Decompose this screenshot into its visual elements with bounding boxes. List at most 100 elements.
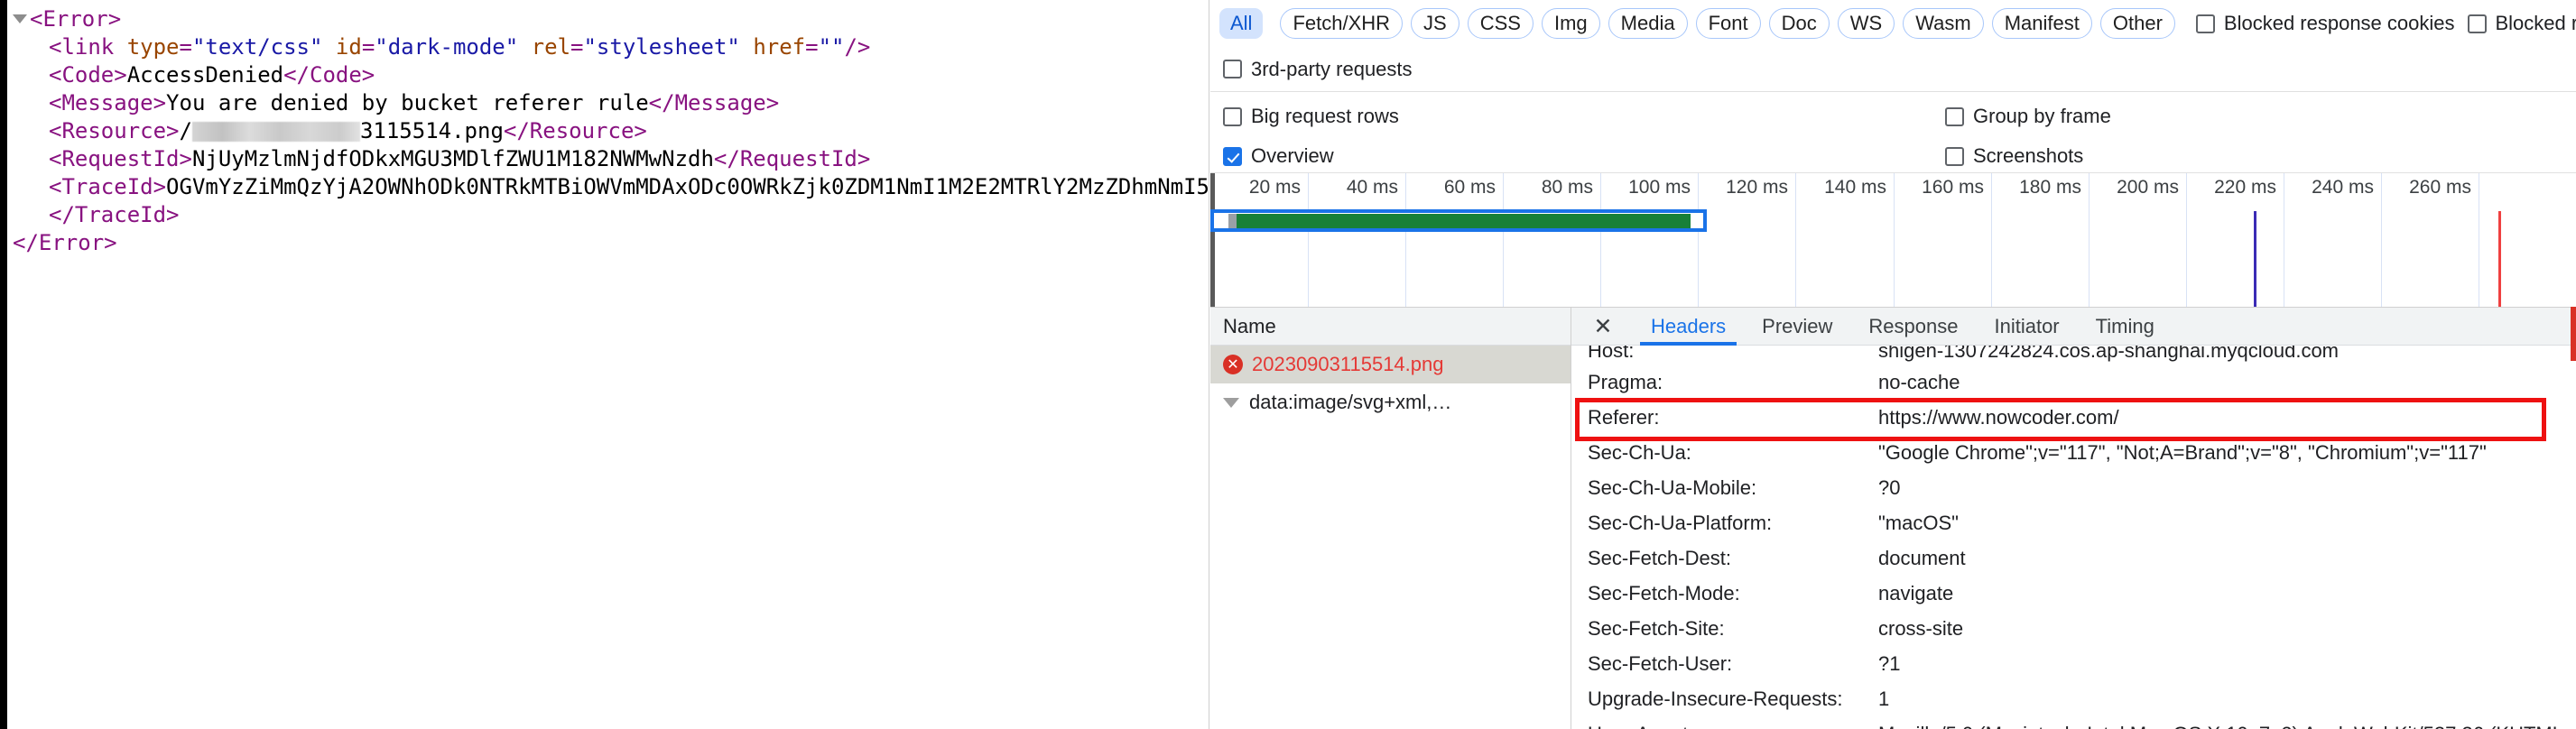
xml-line[interactable]: <Resource>/ 3115514.png</Resource> [13, 117, 1209, 145]
option-overview[interactable]: Overview [1223, 144, 1334, 168]
xml-tag: = [570, 34, 584, 60]
header-name: Sec-Fetch-Site: [1588, 616, 1725, 640]
tab-headers[interactable]: Headers [1633, 308, 1744, 346]
option-label: Screenshots [1973, 144, 2084, 167]
filter-pill-other[interactable]: Other [2099, 8, 2175, 39]
xml-line[interactable]: <Error> [13, 5, 1209, 33]
request-rows[interactable]: ✕ 20230903115514.png data:image/svg+xml,… [1210, 346, 1571, 421]
tab-preview[interactable]: Preview [1744, 308, 1850, 346]
header-row[interactable]: Referer: https://www.nowcoder.com/ [1571, 398, 2576, 441]
request-row[interactable]: ✕ 20230903115514.png [1210, 346, 1571, 383]
header-row[interactable]: Sec-Fetch-User: ?1 [1571, 646, 2576, 681]
header-value[interactable]: ?1 [1878, 652, 2576, 676]
request-list[interactable]: Name ✕ 20230903115514.png data:image/svg+x… [1210, 308, 1571, 729]
filter-pill-img[interactable]: Img [1541, 8, 1600, 39]
option-big-request-rows[interactable]: Big request rows [1223, 105, 1399, 128]
network-options-grid[interactable]: Big request rows Group by frame Overview Sc… [1210, 93, 2576, 172]
xml-line[interactable]: <TraceId>OGVmYzZiMmQzYjA2OWNhODk0NTRkMTB… [13, 173, 1209, 201]
header-value[interactable]: ?0 [1878, 476, 2576, 500]
filter-pill-wasm[interactable]: Wasm [1903, 8, 1984, 39]
xml-tag: </TraceId> [49, 202, 180, 227]
filter-pill-ws[interactable]: WS [1837, 8, 1895, 39]
timeline-tick-label: 40 ms [1346, 177, 1398, 198]
overview-left-handle[interactable] [1210, 173, 1215, 307]
resource-type-filter-bar[interactable]: All Fetch/XHR JS CSS Img Media Font Doc WS Wasm Ma… [1210, 0, 2576, 47]
option-group-by-frame[interactable]: Group by frame [1945, 105, 2111, 128]
xml-line[interactable]: <Message>You are denied by bucket refere… [13, 89, 1209, 117]
filter-checkbox-blocked-requests[interactable]: Blocked requests [2467, 12, 2576, 35]
filter-pill-doc[interactable]: Doc [1768, 8, 1830, 39]
devtools-screenshot: <Error> <link type="text/css" id="dark-mo… [0, 0, 2576, 729]
timeline-tick-label: 80 ms [1541, 177, 1593, 198]
option-label: Overview [1251, 144, 1334, 167]
filter-checkbox-blocked-response-cookies[interactable]: Blocked response cookies [2195, 12, 2455, 35]
filter-pill-css[interactable]: CSS [1467, 8, 1534, 39]
close-icon[interactable]: ✕ [1588, 311, 1618, 342]
header-row[interactable]: Pragma: no-cache [1571, 364, 2576, 400]
header-row[interactable]: Sec-Ch-Ua: "Google Chrome";v="117", "Not;… [1571, 435, 2576, 470]
timeline-tick-label: 260 ms [2409, 177, 2471, 198]
xml-line[interactable]: </Error> [13, 229, 1209, 257]
checkbox-icon[interactable] [2467, 14, 2487, 33]
network-split-view: Name ✕ 20230903115514.png data:image/svg+x… [1210, 307, 2576, 729]
filter-pill-media[interactable]: Media [1608, 8, 1688, 39]
xml-tag: /> [844, 34, 871, 60]
timeline-tick-label: 200 ms [2117, 177, 2179, 198]
header-row[interactable]: Host: shigen-1307242824.cos.ap-shanghai.m… [1571, 346, 2576, 364]
header-row[interactable]: Sec-Fetch-Dest: document [1571, 540, 2576, 576]
checkbox-icon[interactable] [1223, 146, 1242, 166]
header-value[interactable]: "macOS" [1878, 512, 2576, 535]
header-row[interactable]: Sec-Fetch-Mode: navigate [1571, 576, 2576, 611]
header-value[interactable]: https://www.nowcoder.com/ [1878, 406, 2576, 429]
tab-response[interactable]: Response [1850, 308, 1976, 346]
xml-tag: </Message> [648, 90, 780, 115]
filter-pill-manifest[interactable]: Manifest [1991, 8, 2092, 39]
header-name: Sec-Fetch-Dest: [1588, 546, 1731, 569]
third-party-requests-checkbox[interactable]: 3rd-party requests [1223, 58, 1413, 81]
network-panel: All Fetch/XHR JS CSS Img Media Font Doc WS Wasm Ma… [1210, 0, 2576, 729]
tab-timing[interactable]: Timing [2078, 308, 2173, 346]
xml-line[interactable]: <RequestId>NjUyMzlmNjdfODkxMGU3MDlfZWU1M… [13, 145, 1209, 173]
network-overview-timeline[interactable]: 20 ms 40 ms 60 ms 80 ms 100 ms 120 ms 140 ms 16… [1210, 172, 2576, 307]
checkbox-icon[interactable] [2195, 14, 2215, 33]
request-detail-tabs[interactable]: ✕ Headers Preview Response Initiator Timing [1571, 308, 2576, 346]
triangle-icon [1223, 397, 1239, 408]
header-row[interactable]: User-Agent:Mozilla/5.0 (Macintosh; Intel… [1571, 716, 2576, 729]
header-value[interactable]: Mozilla/5.0 (Macintosh; Intel Mac OS X 1… [1878, 723, 2576, 729]
load-event-marker [2498, 211, 2501, 307]
header-row[interactable]: Sec-Ch-Ua-Platform: "macOS" [1571, 505, 2576, 540]
header-value[interactable]: cross-site [1878, 617, 2576, 641]
request-row[interactable]: data:image/svg+xml,… [1210, 383, 1571, 421]
header-value[interactable]: document [1878, 547, 2576, 570]
request-list-header[interactable]: Name [1210, 308, 1571, 346]
expand-triangle-icon[interactable] [13, 14, 27, 23]
request-headers-list[interactable]: Host: shigen-1307242824.cos.ap-shanghai.m… [1571, 346, 2576, 729]
header-value[interactable]: no-cache [1878, 371, 2576, 394]
xml-txt: You are denied by bucket referer rule [166, 90, 649, 115]
xml-line[interactable]: <link type="text/css" id="dark-mode" rel… [13, 33, 1209, 61]
checkbox-icon[interactable] [1945, 106, 1964, 126]
header-value[interactable]: 1 [1878, 687, 2576, 711]
checkbox-icon[interactable] [1223, 60, 1242, 78]
checkbox-label: Blocked response cookies [2223, 12, 2455, 34]
timeline-tick-label: 100 ms [1628, 177, 1691, 198]
header-value[interactable]: navigate [1878, 582, 2576, 605]
header-row[interactable]: Upgrade-Insecure-Requests: 1 [1571, 681, 2576, 716]
filter-pill-fetch-xhr[interactable]: Fetch/XHR [1280, 8, 1404, 39]
header-name: Sec-Ch-Ua-Mobile: [1588, 475, 1757, 499]
xml-line[interactable]: </TraceId> [13, 201, 1209, 229]
third-party-requests-row[interactable]: 3rd-party requests [1210, 47, 2576, 92]
filter-pill-all[interactable]: All [1219, 8, 1264, 39]
header-value[interactable]: "Google Chrome";v="117", "Not;A=Brand";v… [1878, 441, 2576, 465]
xml-tree[interactable]: <Error> <link type="text/css" id="dark-mo… [13, 5, 1209, 257]
filter-pill-font[interactable]: Font [1695, 8, 1761, 39]
xml-line[interactable]: <Code>AccessDenied</Code> [13, 61, 1209, 89]
checkbox-icon[interactable] [1945, 146, 1964, 166]
filter-pill-js[interactable]: JS [1411, 8, 1459, 39]
tab-initiator[interactable]: Initiator [1976, 308, 2077, 346]
header-row[interactable]: Sec-Fetch-Site: cross-site [1571, 611, 2576, 646]
option-screenshots[interactable]: Screenshots [1945, 144, 2083, 168]
header-row[interactable]: Sec-Ch-Ua-Mobile: ?0 [1571, 470, 2576, 505]
checkbox-icon[interactable] [1223, 106, 1242, 126]
header-value[interactable]: shigen-1307242824.cos.ap-shanghai.myqclo… [1878, 346, 2576, 363]
